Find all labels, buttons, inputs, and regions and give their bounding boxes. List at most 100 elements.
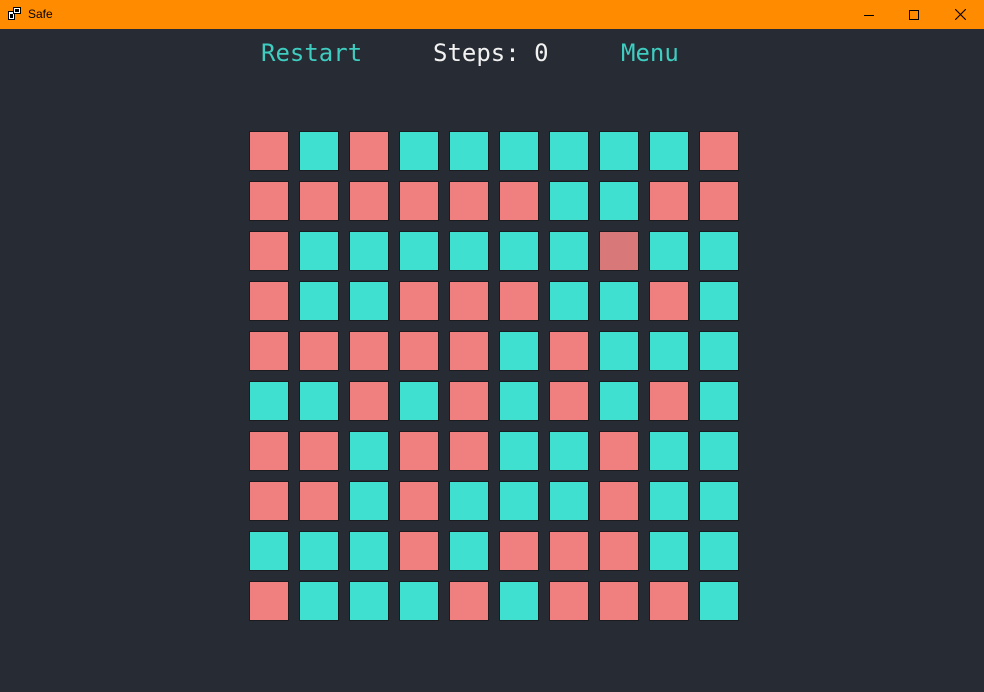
board-tile[interactable] bbox=[449, 281, 489, 321]
board-tile[interactable] bbox=[399, 331, 439, 371]
board-tile[interactable] bbox=[549, 581, 589, 621]
board-tile[interactable] bbox=[299, 581, 339, 621]
board-tile[interactable] bbox=[299, 531, 339, 571]
board-tile[interactable] bbox=[249, 481, 289, 521]
board-tile[interactable] bbox=[399, 431, 439, 471]
board-tile[interactable] bbox=[599, 231, 639, 271]
board-tile[interactable] bbox=[549, 331, 589, 371]
board-tile[interactable] bbox=[699, 131, 739, 171]
board-tile[interactable] bbox=[299, 481, 339, 521]
board-tile[interactable] bbox=[699, 581, 739, 621]
board-tile[interactable] bbox=[599, 281, 639, 321]
board-tile[interactable] bbox=[399, 281, 439, 321]
board-tile[interactable] bbox=[249, 381, 289, 421]
board-tile[interactable] bbox=[699, 381, 739, 421]
board-tile[interactable] bbox=[699, 481, 739, 521]
board-tile[interactable] bbox=[449, 531, 489, 571]
board-tile[interactable] bbox=[299, 281, 339, 321]
maximize-button[interactable] bbox=[891, 0, 937, 29]
board-tile[interactable] bbox=[649, 281, 689, 321]
board-tile[interactable] bbox=[299, 331, 339, 371]
board-tile[interactable] bbox=[499, 581, 539, 621]
board-tile[interactable] bbox=[449, 181, 489, 221]
board-tile[interactable] bbox=[599, 531, 639, 571]
board-tile[interactable] bbox=[399, 231, 439, 271]
board-tile[interactable] bbox=[499, 181, 539, 221]
board-tile[interactable] bbox=[599, 381, 639, 421]
board-tile[interactable] bbox=[649, 431, 689, 471]
board-tile[interactable] bbox=[349, 331, 389, 371]
board-tile[interactable] bbox=[449, 231, 489, 271]
board-tile[interactable] bbox=[249, 231, 289, 271]
board-tile[interactable] bbox=[649, 381, 689, 421]
board-tile[interactable] bbox=[649, 331, 689, 371]
board-tile[interactable] bbox=[599, 481, 639, 521]
board-tile[interactable] bbox=[249, 581, 289, 621]
board-tile[interactable] bbox=[449, 331, 489, 371]
board-tile[interactable] bbox=[249, 531, 289, 571]
board-tile[interactable] bbox=[449, 131, 489, 171]
board-tile[interactable] bbox=[499, 431, 539, 471]
board-tile[interactable] bbox=[299, 131, 339, 171]
board-tile[interactable] bbox=[449, 581, 489, 621]
board-tile[interactable] bbox=[699, 431, 739, 471]
board-tile[interactable] bbox=[599, 331, 639, 371]
board-tile[interactable] bbox=[349, 231, 389, 271]
board-tile[interactable] bbox=[249, 281, 289, 321]
board-tile[interactable] bbox=[649, 131, 689, 171]
board-tile[interactable] bbox=[399, 181, 439, 221]
board-tile[interactable] bbox=[599, 581, 639, 621]
board-tile[interactable] bbox=[649, 581, 689, 621]
board-tile[interactable] bbox=[549, 381, 589, 421]
minimize-button[interactable] bbox=[846, 0, 892, 29]
board-tile[interactable] bbox=[499, 331, 539, 371]
board-tile[interactable] bbox=[499, 481, 539, 521]
board-tile[interactable] bbox=[299, 181, 339, 221]
board-tile[interactable] bbox=[299, 231, 339, 271]
board-tile[interactable] bbox=[699, 281, 739, 321]
board-tile[interactable] bbox=[399, 131, 439, 171]
board-tile[interactable] bbox=[649, 481, 689, 521]
board-tile[interactable] bbox=[699, 181, 739, 221]
board-tile[interactable] bbox=[349, 181, 389, 221]
board-tile[interactable] bbox=[699, 531, 739, 571]
board-tile[interactable] bbox=[549, 531, 589, 571]
board-tile[interactable] bbox=[649, 531, 689, 571]
board-tile[interactable] bbox=[649, 231, 689, 271]
board-tile[interactable] bbox=[349, 581, 389, 621]
board-tile[interactable] bbox=[349, 481, 389, 521]
board-tile[interactable] bbox=[299, 381, 339, 421]
board-tile[interactable] bbox=[599, 131, 639, 171]
board-tile[interactable] bbox=[349, 131, 389, 171]
board-tile[interactable] bbox=[449, 481, 489, 521]
board-tile[interactable] bbox=[549, 281, 589, 321]
board-tile[interactable] bbox=[449, 431, 489, 471]
board-tile[interactable] bbox=[349, 431, 389, 471]
board-tile[interactable] bbox=[249, 431, 289, 471]
board-tile[interactable] bbox=[649, 181, 689, 221]
board-tile[interactable] bbox=[399, 581, 439, 621]
board-tile[interactable] bbox=[549, 131, 589, 171]
close-button[interactable] bbox=[937, 0, 983, 29]
board-tile[interactable] bbox=[349, 531, 389, 571]
board-tile[interactable] bbox=[499, 381, 539, 421]
title-bar[interactable]: Safe bbox=[0, 0, 984, 29]
board-tile[interactable] bbox=[549, 231, 589, 271]
board-tile[interactable] bbox=[599, 431, 639, 471]
board-tile[interactable] bbox=[399, 381, 439, 421]
board-tile[interactable] bbox=[349, 381, 389, 421]
restart-button[interactable]: Restart bbox=[261, 36, 362, 70]
board-tile[interactable] bbox=[349, 281, 389, 321]
board-tile[interactable] bbox=[499, 281, 539, 321]
board-tile[interactable] bbox=[249, 181, 289, 221]
board-tile[interactable] bbox=[249, 331, 289, 371]
board-tile[interactable] bbox=[599, 181, 639, 221]
board-tile[interactable] bbox=[699, 331, 739, 371]
board-tile[interactable] bbox=[299, 431, 339, 471]
board-tile[interactable] bbox=[499, 531, 539, 571]
board-tile[interactable] bbox=[399, 481, 439, 521]
menu-button[interactable]: Menu bbox=[621, 36, 679, 70]
board-tile[interactable] bbox=[549, 181, 589, 221]
board-tile[interactable] bbox=[549, 431, 589, 471]
board-tile[interactable] bbox=[499, 231, 539, 271]
